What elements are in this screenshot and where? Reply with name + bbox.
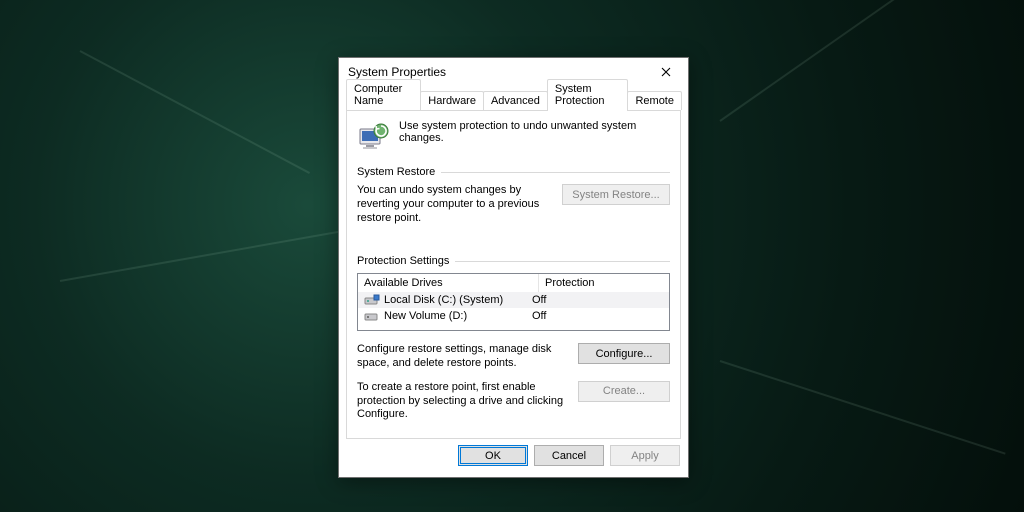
ok-button[interactable]: OK — [458, 445, 528, 466]
apply-button[interactable]: Apply — [610, 445, 680, 466]
system-restore-text: You can undo system changes by reverting… — [357, 184, 552, 225]
column-protection[interactable]: Protection — [539, 274, 669, 292]
info-text: Use system protection to undo unwanted s… — [399, 120, 670, 144]
drives-table-header: Available Drives Protection — [358, 274, 669, 292]
group-protection-settings: Protection Settings Available Drives Pro… — [357, 255, 670, 422]
configure-row: Configure restore settings, manage disk … — [357, 343, 670, 371]
wallpaper-decoration — [60, 228, 356, 282]
create-text: To create a restore point, first enable … — [357, 381, 568, 422]
column-available-drives[interactable]: Available Drives — [358, 274, 539, 292]
group-system-restore: System Restore You can undo system chang… — [357, 166, 670, 225]
drive-icon — [364, 309, 380, 323]
drive-row[interactable]: Local Disk (C:) (System) Off — [358, 292, 669, 308]
configure-button[interactable]: Configure... — [578, 343, 670, 364]
system-protection-icon — [357, 120, 389, 152]
drive-name: Local Disk (C:) (System) — [384, 294, 532, 306]
drives-table[interactable]: Available Drives Protection Local Disk (… — [357, 273, 670, 331]
info-row: Use system protection to undo unwanted s… — [357, 120, 670, 152]
configure-text: Configure restore settings, manage disk … — [357, 343, 568, 371]
system-properties-dialog: System Properties Computer Name Hardware… — [338, 57, 689, 478]
dialog-title: System Properties — [348, 65, 646, 79]
drive-name: New Volume (D:) — [384, 310, 532, 322]
tab-advanced[interactable]: Advanced — [483, 91, 548, 110]
group-title-label: System Restore — [357, 166, 435, 178]
close-button[interactable] — [646, 58, 686, 86]
close-icon — [661, 67, 671, 77]
group-divider — [455, 261, 670, 262]
tab-remote[interactable]: Remote — [627, 91, 682, 110]
tab-strip: Computer Name Hardware Advanced System P… — [346, 89, 681, 110]
tab-panel-system-protection: Use system protection to undo unwanted s… — [346, 110, 681, 439]
tab-hardware[interactable]: Hardware — [420, 91, 484, 110]
cancel-button[interactable]: Cancel — [534, 445, 604, 466]
tab-computer-name[interactable]: Computer Name — [346, 79, 421, 110]
group-title-protection-settings: Protection Settings — [357, 255, 670, 267]
tab-system-protection[interactable]: System Protection — [547, 79, 629, 111]
group-title-label: Protection Settings — [357, 255, 449, 267]
wallpaper-decoration — [80, 50, 311, 174]
dialog-button-row: OK Cancel Apply — [339, 445, 680, 466]
wallpaper-decoration — [719, 0, 950, 122]
system-restore-row: You can undo system changes by reverting… — [357, 184, 670, 225]
system-restore-button[interactable]: System Restore... — [562, 184, 670, 205]
group-divider — [441, 172, 670, 173]
group-title-system-restore: System Restore — [357, 166, 670, 178]
create-row: To create a restore point, first enable … — [357, 381, 670, 422]
table-padding — [358, 324, 669, 330]
drive-icon — [364, 293, 380, 307]
desktop-wallpaper: System Properties Computer Name Hardware… — [0, 0, 1024, 512]
drive-protection: Off — [532, 294, 546, 306]
drive-row[interactable]: New Volume (D:) Off — [358, 308, 669, 324]
wallpaper-decoration — [720, 360, 1006, 455]
drive-protection: Off — [532, 310, 546, 322]
create-button[interactable]: Create... — [578, 381, 670, 402]
